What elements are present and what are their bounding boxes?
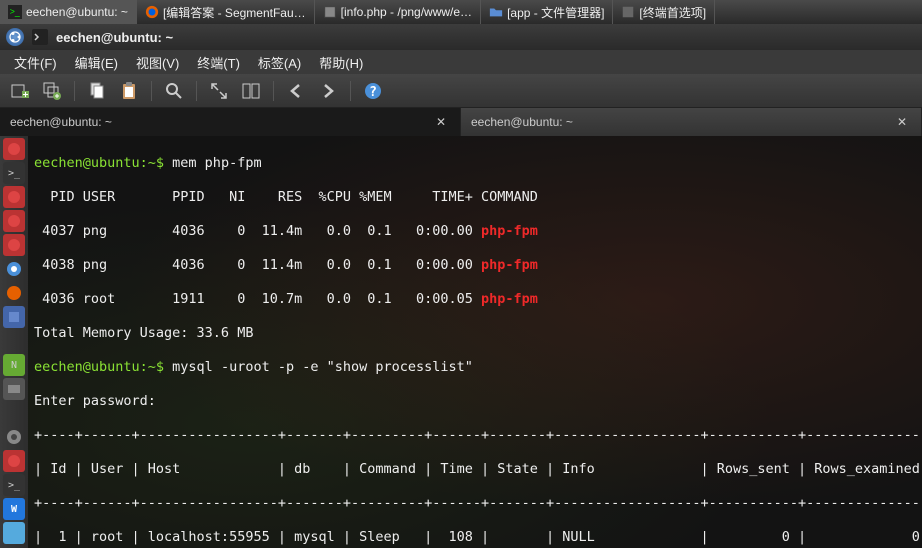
close-icon[interactable]: ✕ — [432, 115, 450, 129]
table-row: 4038 png 4036 0 11.4m 0.0 0.1 0:00.00 ph… — [34, 257, 916, 274]
menu-view[interactable]: 视图(V) — [128, 51, 187, 74]
close-icon[interactable]: ✕ — [893, 115, 911, 129]
taskbar-item-terminal[interactable]: >_ eechen@ubuntu: ~ — [0, 0, 137, 24]
terminal-area: >_ N >_ W eechen@ubuntu:~$ mem php-fpm P… — [0, 136, 922, 548]
forward-button[interactable] — [314, 77, 342, 105]
side-icon[interactable]: W — [3, 498, 25, 520]
tab-label: eechen@ubuntu: ~ — [471, 115, 573, 129]
side-icon[interactable] — [3, 258, 25, 280]
taskbar-item-editor[interactable]: [info.php - /png/www/e… — [315, 0, 481, 24]
side-icon[interactable] — [3, 402, 25, 424]
separator — [74, 81, 75, 101]
launcher-sidebar: >_ N >_ W — [0, 136, 28, 548]
side-icon[interactable] — [3, 378, 25, 400]
table-row: 4036 root 1911 0 10.7m 0.0 0.1 0:00.05 p… — [34, 291, 916, 308]
taskbar-item-browser[interactable]: [编辑答案 - SegmentFau… — [137, 0, 315, 24]
separator — [151, 81, 152, 101]
side-icon[interactable] — [3, 234, 25, 256]
fullscreen-button[interactable] — [205, 77, 233, 105]
terminal-tab-2[interactable]: eechen@ubuntu: ~ ✕ — [461, 108, 922, 136]
side-icon[interactable] — [3, 210, 25, 232]
taskbar-label: [app - 文件管理器] — [507, 4, 604, 21]
table-header: PID USER PPID NI RES %CPU %MEM TIME+ COM… — [34, 189, 916, 206]
table-sep: +----+------+-----------------+-------+-… — [34, 495, 916, 512]
taskbar-label: [info.php - /png/www/e… — [341, 5, 472, 19]
separator — [273, 81, 274, 101]
ubuntu-icon — [6, 28, 24, 46]
copy-button[interactable] — [83, 77, 111, 105]
search-button[interactable] — [160, 77, 188, 105]
editor-icon — [323, 5, 337, 19]
table-row: 4037 png 4036 0 11.4m 0.0 0.1 0:00.00 ph… — [34, 223, 916, 240]
prompt: eechen@ubuntu:~$ — [34, 359, 172, 375]
cmd: mysql -uroot -p -e "show processlist" — [172, 359, 473, 375]
side-icon[interactable] — [3, 186, 25, 208]
side-icon[interactable] — [3, 450, 25, 472]
firefox-icon — [145, 5, 159, 19]
side-icon[interactable] — [3, 522, 25, 544]
separator — [350, 81, 351, 101]
side-icon[interactable]: >_ — [3, 162, 25, 184]
back-button[interactable] — [282, 77, 310, 105]
folder-icon — [489, 5, 503, 19]
svg-text:?: ? — [369, 85, 377, 100]
taskbar-label: eechen@ubuntu: ~ — [26, 5, 128, 19]
new-window-button[interactable] — [38, 77, 66, 105]
separator — [196, 81, 197, 101]
os-taskbar: >_ eechen@ubuntu: ~ [编辑答案 - SegmentFau… … — [0, 0, 922, 24]
side-icon[interactable] — [3, 138, 25, 160]
side-icon[interactable] — [3, 306, 25, 328]
new-tab-button[interactable] — [6, 77, 34, 105]
tabbar: eechen@ubuntu: ~ ✕ eechen@ubuntu: ~ ✕ — [0, 108, 922, 136]
taskbar-label: [编辑答案 - SegmentFau… — [163, 4, 306, 21]
tab-label: eechen@ubuntu: ~ — [10, 115, 112, 129]
window-titlebar[interactable]: eechen@ubuntu: ~ — [0, 24, 922, 50]
zoom-button[interactable] — [237, 77, 265, 105]
menu-tabs[interactable]: 标签(A) — [250, 51, 309, 74]
cmd: mem php-fpm — [172, 155, 261, 171]
window-title: eechen@ubuntu: ~ — [56, 30, 173, 45]
terminal-tab-1[interactable]: eechen@ubuntu: ~ ✕ — [0, 108, 461, 136]
help-button[interactable]: ? — [359, 77, 387, 105]
side-icon[interactable] — [3, 330, 25, 352]
prompt: eechen@ubuntu:~$ — [34, 155, 172, 171]
table-header: | Id | User | Host | db | Command | Time… — [34, 461, 916, 478]
side-icon[interactable]: >_ — [3, 474, 25, 496]
side-icon[interactable] — [3, 282, 25, 304]
pw-line: Enter password: — [34, 393, 916, 410]
menubar: 文件(F) 编辑(E) 视图(V) 终端(T) 标签(A) 帮助(H) — [0, 50, 922, 74]
table-sep: +----+------+-----------------+-------+-… — [34, 427, 916, 444]
taskbar-item-prefs[interactable]: [终端首选项] — [613, 0, 715, 24]
toolbar: ? — [0, 74, 922, 108]
taskbar-item-filemgr[interactable]: [app - 文件管理器] — [481, 0, 613, 24]
terminal-output[interactable]: eechen@ubuntu:~$ mem php-fpm PID USER PP… — [28, 136, 922, 548]
table-row: | 1 | root | localhost:55955 | mysql | S… — [34, 529, 916, 546]
svg-text:>_: >_ — [10, 7, 20, 17]
side-icon[interactable] — [3, 426, 25, 448]
side-icon[interactable]: N — [3, 354, 25, 376]
mem-usage: Total Memory Usage: 33.6 MB — [34, 325, 916, 342]
taskbar-label: [终端首选项] — [639, 4, 706, 21]
terminal-icon: >_ — [8, 5, 22, 19]
menu-edit[interactable]: 编辑(E) — [67, 51, 126, 74]
menu-help[interactable]: 帮助(H) — [311, 51, 371, 74]
menu-file[interactable]: 文件(F) — [6, 51, 65, 74]
terminal-small-icon — [32, 29, 48, 45]
paste-button[interactable] — [115, 77, 143, 105]
menu-terminal[interactable]: 终端(T) — [189, 51, 248, 74]
prefs-icon — [621, 5, 635, 19]
